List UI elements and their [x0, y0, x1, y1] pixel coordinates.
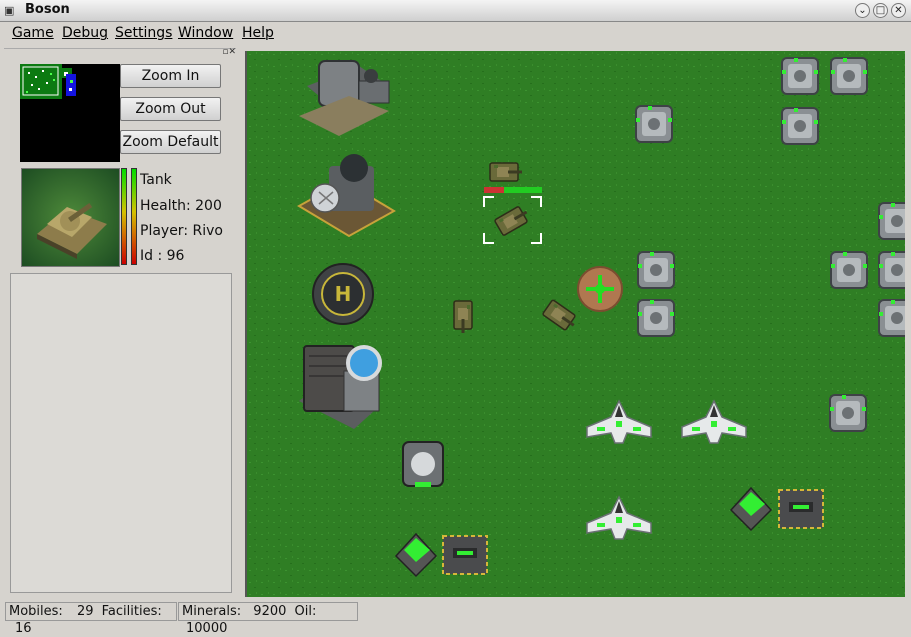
harvester-unit[interactable]	[635, 105, 673, 143]
health-bar	[121, 168, 127, 265]
minimize-icon[interactable]: ⌄	[855, 3, 870, 18]
minerals-value: 9200	[253, 604, 287, 619]
facilities-label: Facilities:	[101, 604, 162, 619]
close-icon[interactable]: ✕	[891, 3, 906, 18]
app-menu-icon[interactable]: ▣	[4, 5, 16, 17]
facilities-value: 16	[15, 621, 32, 636]
harvester-unit[interactable]	[830, 251, 868, 289]
tank-unit[interactable]	[453, 300, 473, 334]
window-title: Boson	[25, 2, 70, 17]
harvester-unit[interactable]	[781, 107, 819, 145]
armor-bar	[131, 168, 137, 265]
harvester-unit[interactable]	[830, 57, 868, 95]
zoom-default-button[interactable]: Zoom Default	[120, 130, 221, 154]
oil-value: 10000	[186, 621, 228, 636]
zoom-out-button[interactable]: Zoom Out	[120, 97, 221, 121]
unit-type: Tank	[140, 172, 172, 188]
unit-actions-panel	[10, 273, 232, 593]
mobiles-value: 29	[76, 604, 94, 619]
unit-count-field: Mobiles: 29 Facilities: 16	[5, 602, 177, 636]
harvester-unit[interactable]	[829, 394, 867, 432]
harvester-unit[interactable]	[878, 299, 905, 337]
harvester-unit[interactable]	[781, 57, 819, 95]
menu-bar: Game Debug Settings Window Help	[0, 22, 911, 46]
maximize-icon[interactable]: □	[873, 3, 888, 18]
mobiles-label: Mobiles:	[9, 604, 63, 619]
harvester-unit[interactable]	[878, 202, 905, 240]
dock-handle[interactable]: ▫✕	[4, 47, 236, 57]
unit-health: Health: 200	[140, 198, 222, 214]
zoom-in-button[interactable]: Zoom In	[120, 64, 221, 88]
game-map-view[interactable]: H	[245, 51, 905, 597]
enemy-tank[interactable]	[489, 162, 523, 182]
unit-id: Id : 96	[140, 248, 185, 264]
menu-window[interactable]: Window	[178, 25, 233, 41]
dock-float-close-icon[interactable]: ▫✕	[222, 47, 236, 57]
harvester-unit[interactable]	[637, 299, 675, 337]
oil-tower[interactable]	[402, 441, 444, 487]
menu-settings[interactable]: Settings	[115, 25, 172, 41]
oil-label: Oil:	[294, 604, 317, 619]
helipad[interactable]: H	[312, 263, 374, 325]
svg-text:H: H	[335, 282, 352, 306]
harvester-unit[interactable]	[878, 251, 905, 289]
minimap[interactable]	[20, 64, 120, 162]
waypoint-marker	[577, 266, 623, 312]
menu-debug[interactable]: Debug	[62, 25, 108, 41]
mining-depot[interactable]	[778, 489, 824, 529]
command-sidebar: ▫✕ Zoom In Zoom Out Zoom Default Tank He…	[0, 46, 242, 599]
menu-game[interactable]: Game	[12, 25, 54, 41]
unit-player: Player: Rivo	[140, 223, 223, 239]
status-bar: Mobiles: 29 Facilities: 16 Minerals: 920…	[0, 600, 911, 636]
health-indicator	[504, 187, 542, 193]
resource-field: Minerals: 9200 Oil: 10000	[178, 602, 358, 636]
menu-help[interactable]: Help	[242, 25, 274, 41]
title-bar: ▣ Boson ⌄ □ ✕	[0, 0, 911, 22]
harvester-unit[interactable]	[637, 251, 675, 289]
unit-portrait	[21, 168, 120, 267]
mining-depot[interactable]	[442, 535, 488, 575]
minerals-label: Minerals:	[182, 604, 242, 619]
